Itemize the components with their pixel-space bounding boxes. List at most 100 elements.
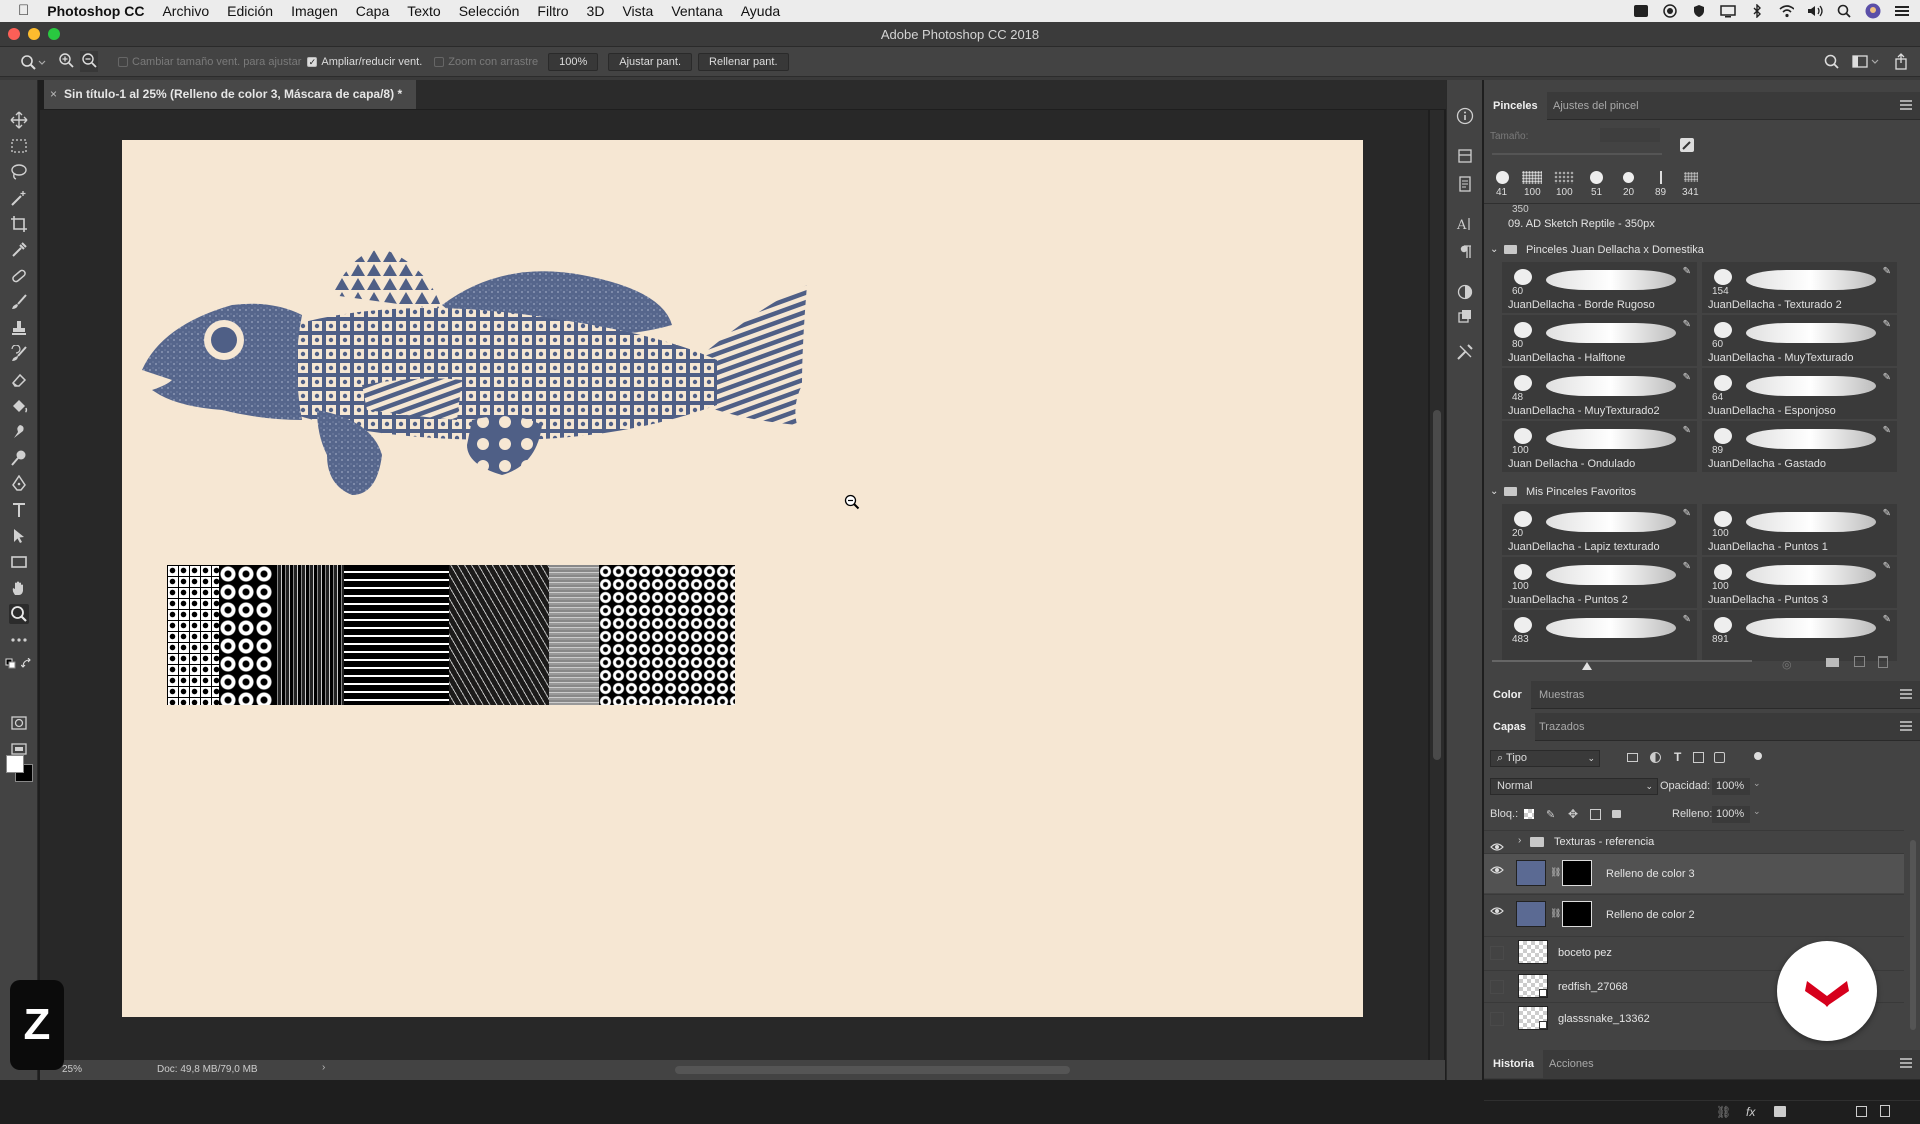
eye-visibility-icon[interactable] [1490,904,1504,918]
libraries-panel-icon[interactable] [1455,146,1475,166]
close-tab-icon[interactable]: × [50,80,57,109]
edit-brush-icon[interactable]: ✎ [1883,266,1891,277]
paint-bucket-tool-icon[interactable] [9,396,29,416]
brush-preset[interactable]: ✎ 483 [1502,610,1697,661]
status-zoom[interactable]: 25% [62,1064,82,1075]
quick-mask-icon[interactable] [9,713,29,733]
edit-brush-icon[interactable]: ✎ [1683,561,1691,572]
brush-preset[interactable]: ✎ 64 JuanDellacha - Esponjoso [1702,368,1897,419]
bluetooth-icon[interactable] [1749,4,1765,18]
wifi-icon[interactable] [1778,4,1794,18]
brush-preset[interactable]: ✎ 60 JuanDellacha - Borde Rugoso [1502,262,1697,313]
edit-brush-icon[interactable]: ✎ [1883,425,1891,436]
menu-archivo[interactable]: Archivo [153,0,218,22]
tab-trazados[interactable]: Trazados [1530,713,1593,741]
menu-texto[interactable]: Texto [398,0,449,22]
edit-brush-icon[interactable]: ✎ [1883,372,1891,383]
brush-size-field[interactable] [1600,128,1660,142]
zoom-out-icon[interactable] [80,51,98,72]
edit-brush-icon[interactable]: ✎ [1683,372,1691,383]
volume-icon[interactable] [1807,4,1823,18]
tab-capas[interactable]: Capas [1484,713,1536,741]
recent-brush-6[interactable]: 89 [1650,170,1674,200]
horizontal-scrollbar-thumb[interactable] [675,1066,1070,1074]
eye-visibility-icon[interactable] [1490,863,1504,877]
menu-capa[interactable]: Capa [347,0,398,22]
resize-windows-checkbox[interactable]: Cambiar tamaño vent. para ajustar [118,56,301,68]
fill-color-thumbnail[interactable] [1516,901,1546,927]
brush-group-domestika[interactable]: ⌄ Pinceles Juan Dellacha x Domestika [1484,240,1920,260]
new-brush-button-icon[interactable] [1854,656,1865,667]
brush-settings-panel-icon[interactable] [1455,342,1475,362]
scrubby-zoom-checkbox[interactable]: Zoom con arrastre [434,56,538,68]
healing-brush-tool-icon[interactable] [9,266,29,286]
blend-mode-select[interactable]: Normal ⌄ [1490,778,1658,795]
smudge-tool-icon[interactable] [9,422,29,442]
fill-dropdown-icon[interactable]: ⌄ [1753,806,1761,817]
layer-row[interactable]: ⛓ Relleno de color 3 [1484,853,1904,893]
link-icon[interactable]: ⛓ [1550,867,1561,878]
scrollbar-thumb[interactable] [1433,410,1441,760]
brush-tool-icon[interactable] [9,292,29,312]
apple-menu-icon[interactable]:  [0,0,38,22]
lock-transparent-icon[interactable] [1524,809,1534,819]
add-mask-icon[interactable] [1774,1106,1786,1117]
menu-3d[interactable]: 3D [578,0,614,22]
paragraph-panel-icon[interactable] [1455,242,1475,262]
link-layers-icon[interactable]: ⛓ [1716,1105,1731,1119]
pen-tool-icon[interactable] [9,474,29,494]
channels-panel-icon[interactable] [1455,306,1475,326]
edit-brush-icon[interactable]: ✎ [1683,425,1691,436]
new-layer-icon[interactable] [1856,1106,1867,1117]
lock-artboard-icon[interactable] [1590,809,1601,820]
workspace-switcher-icon[interactable] [1852,54,1880,73]
trash-icon[interactable] [1878,656,1888,668]
tab-historia[interactable]: Historia [1484,1050,1543,1078]
zoom-in-icon[interactable] [58,52,74,71]
opacity-dropdown-icon[interactable]: ⌄ [1753,778,1761,789]
chevron-down-icon[interactable]: ⌄ [1490,482,1498,502]
recent-brush-4[interactable]: 51 [1586,170,1610,200]
dodge-tool-icon[interactable] [9,448,29,468]
document-canvas[interactable] [122,140,1363,1017]
filter-pixel-icon[interactable] [1627,753,1638,762]
edit-brush-icon[interactable]: ✎ [1883,319,1891,330]
menu-app[interactable]: Photoshop CC [38,0,153,22]
layer-thumbnail[interactable] [1518,940,1548,964]
menu-ayuda[interactable]: Ayuda [732,0,789,22]
fit-screen-button[interactable]: Ajustar pant. [608,52,693,71]
lock-pixels-icon[interactable]: ✎ [1546,808,1555,821]
recent-brush-2[interactable]: 100 [1522,170,1546,200]
brush-preset[interactable]: ✎ 89 JuanDellacha - Gastado [1702,421,1897,472]
layer-mask-thumbnail[interactable] [1562,860,1592,886]
document-tab[interactable]: × Sin título-1 al 25% (Relleno de color … [44,80,416,109]
menu-edicion[interactable]: Edición [218,0,282,22]
menu-seleccion[interactable]: Selección [450,0,529,22]
new-group-folder-icon[interactable] [1826,658,1839,667]
crop-tool-icon[interactable] [9,214,29,234]
tab-acciones[interactable]: Acciones [1540,1050,1603,1078]
visibility-toggle-empty[interactable] [1490,980,1504,994]
eraser-tool-icon[interactable] [9,370,29,390]
filter-shape-icon[interactable] [1693,752,1704,763]
panel-menu-icon[interactable] [1900,100,1912,110]
brush-preset[interactable]: ✎ 20 JuanDellacha - Lapiz texturado [1502,504,1697,555]
panel-menu-icon[interactable] [1900,689,1912,699]
rectangle-tool-icon[interactable] [9,552,29,572]
layer-filter-select[interactable]: ⌕ Tipo ⌄ [1490,750,1600,767]
canvas-vertical-scrollbar[interactable] [1430,110,1444,1060]
tab-pinceles[interactable]: Pinceles [1484,92,1547,120]
more-tools-icon[interactable] [9,630,29,650]
edit-brush-icon[interactable]: ✎ [1883,508,1891,519]
panel-menu-icon[interactable] [1900,721,1912,731]
zoom-tool-icon[interactable] [9,604,29,624]
menu-filtro[interactable]: Filtro [528,0,577,22]
display-icon[interactable] [1720,4,1736,18]
brush-group-favoritos[interactable]: ⌄ Mis Pinceles Favoritos [1484,482,1920,502]
zoom-tool-preset-icon[interactable] [20,54,46,70]
brush-size-slider[interactable] [1492,153,1662,155]
brush-preset[interactable]: ✎ 60 JuanDellacha - MuyTexturado [1702,315,1897,366]
record-icon[interactable] [1662,4,1678,18]
default-colors-icon[interactable] [5,657,17,675]
panel-menu-icon[interactable] [1900,1058,1912,1068]
